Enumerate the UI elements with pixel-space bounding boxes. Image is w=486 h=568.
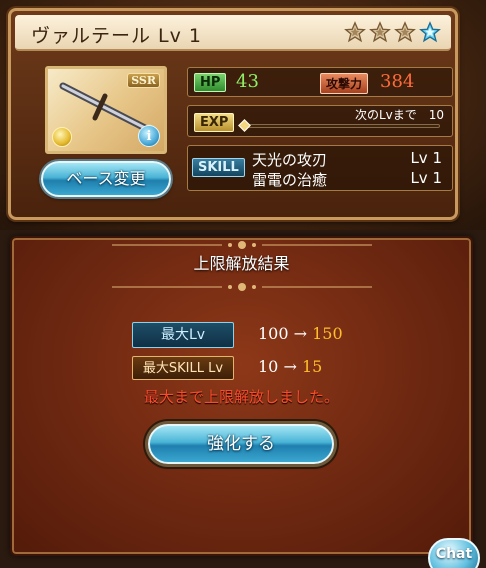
rarity-stars: [344, 21, 441, 43]
max-level-old: 100 →: [258, 324, 308, 343]
max-skill-level-new: 15: [301, 357, 323, 376]
max-level-new: 150: [312, 324, 343, 343]
change-base-button[interactable]: ベース変更: [41, 161, 171, 197]
skill-label: SKILL: [192, 158, 245, 177]
ornament-divider: [111, 241, 372, 249]
atk-value: 384: [380, 71, 415, 92]
weapon-detail-card: ヴァルテール Lv 1 SSR i ベース変更 HP 43 攻撃力 384 EX…: [8, 8, 458, 220]
exp-progress-bar: [244, 124, 440, 128]
panel-header: 上限解放結果: [12, 241, 471, 291]
weapon-name: ヴァルテール Lv 1: [31, 25, 202, 47]
star-empty-icon: [369, 21, 391, 43]
enhance-button[interactable]: 強化する: [148, 424, 334, 464]
atk-label: 攻撃力: [320, 73, 369, 94]
hp-atk-row: HP 43 攻撃力 384: [187, 67, 453, 97]
weapon-title-bar: ヴァルテール Lv 1: [15, 15, 451, 51]
exp-label: EXP: [194, 113, 235, 132]
rarity-badge: SSR: [127, 73, 160, 88]
skill-name: 雷電の治癒: [252, 171, 328, 189]
star-filled-icon: [419, 21, 441, 43]
star-empty-icon: [344, 21, 366, 43]
light-element-icon: [52, 127, 72, 147]
max-level-label: 最大Lv: [132, 322, 234, 348]
skill-level: Lv 1: [410, 149, 442, 167]
skill-name: 天光の攻刃: [252, 151, 328, 169]
exp-progress-marker: [238, 119, 251, 132]
star-empty-icon: [394, 21, 416, 43]
chat-button[interactable]: Chat: [428, 538, 480, 568]
info-icon[interactable]: i: [138, 125, 160, 147]
skill-row: SKILL 天光の攻刃 Lv 1 雷電の治癒 Lv 1: [187, 145, 453, 191]
result-message: 最大まで上限解放しました。: [143, 388, 339, 406]
max-skill-level-old: 10 →: [258, 357, 297, 376]
exp-row: EXP 次のLvまで 10: [187, 105, 453, 137]
limit-break-result-panel: 上限解放結果 最大Lv 100 → 150 最大SKILL Lv 10 → 15…: [10, 236, 473, 556]
max-skill-level-change: 10 → 15: [258, 357, 322, 376]
max-skill-level-label: 最大SKILL Lv: [132, 356, 234, 380]
result-title: 上限解放結果: [193, 254, 290, 273]
skill-level: Lv 1: [410, 169, 442, 187]
hp-value: 43: [236, 71, 259, 92]
weapon-thumbnail[interactable]: SSR i: [45, 66, 167, 154]
hp-label: HP: [194, 73, 227, 92]
max-level-change: 100 → 150: [258, 324, 343, 343]
next-level-text: 次のLvまで 10: [354, 108, 444, 122]
ornament-divider: [111, 283, 372, 291]
